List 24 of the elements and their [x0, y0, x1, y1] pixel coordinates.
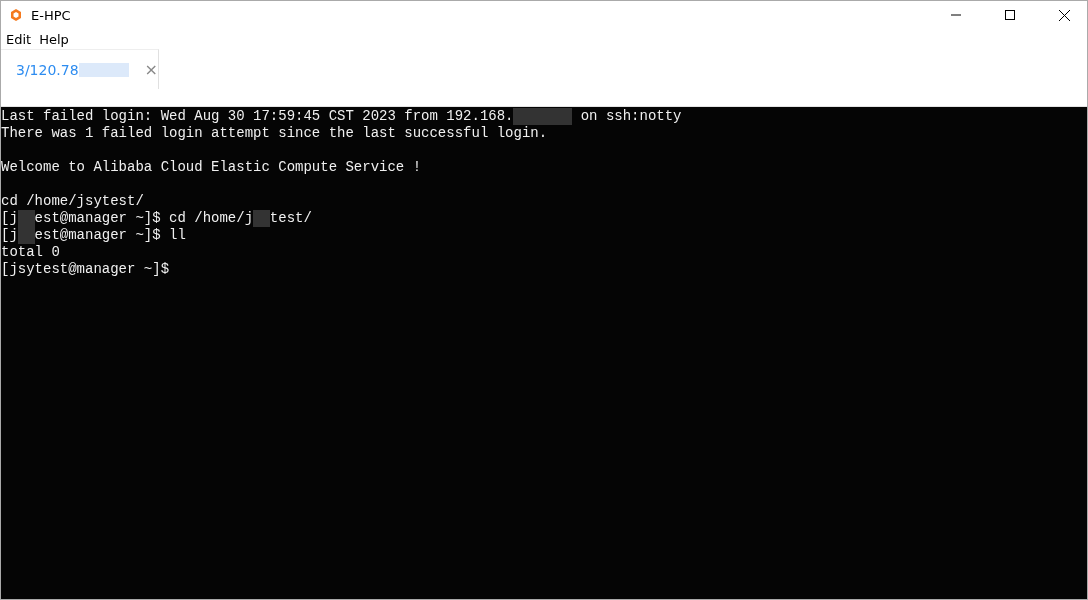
tab-close-button[interactable]: ×	[144, 60, 158, 79]
window-title: E-HPC	[31, 7, 72, 23]
redaction-blur	[513, 108, 573, 125]
terminal-text: [j	[1, 227, 18, 244]
terminal-text: Last failed login: Wed Aug 30 17:59:45 CST 2023 from 192.168.	[1, 108, 514, 125]
terminal-text: cd /home/jsytest/	[1, 193, 144, 210]
session-tab[interactable]: 3/120.78 ×	[1, 49, 159, 89]
terminal-text: [jsytest@manager ~]$	[1, 261, 170, 278]
terminal-text: total 0	[1, 244, 60, 261]
redaction-blur	[17, 210, 35, 227]
terminal-text: [j	[1, 210, 18, 227]
terminal-text: There was 1 failed login attempt since the last successful login.	[1, 125, 548, 142]
terminal-text: est@manager ~]$ cd /home/j	[34, 210, 254, 227]
terminal-text: Welcome to Alibaba Cloud Elastic Compute Service !	[1, 159, 422, 176]
terminal-text: test/	[269, 210, 312, 227]
menu-item[interactable]: Help	[36, 31, 72, 47]
app-logo-icon	[9, 8, 23, 22]
terminal-text: on ssh:notty	[579, 108, 682, 125]
menu-item[interactable]: Edit	[3, 31, 35, 47]
close-icon	[1058, 9, 1070, 21]
redaction-blur	[253, 210, 270, 227]
redaction-blur	[17, 227, 35, 244]
maximize-icon	[1005, 10, 1015, 20]
terminal-text: est@manager ~]$ ll	[34, 227, 186, 244]
